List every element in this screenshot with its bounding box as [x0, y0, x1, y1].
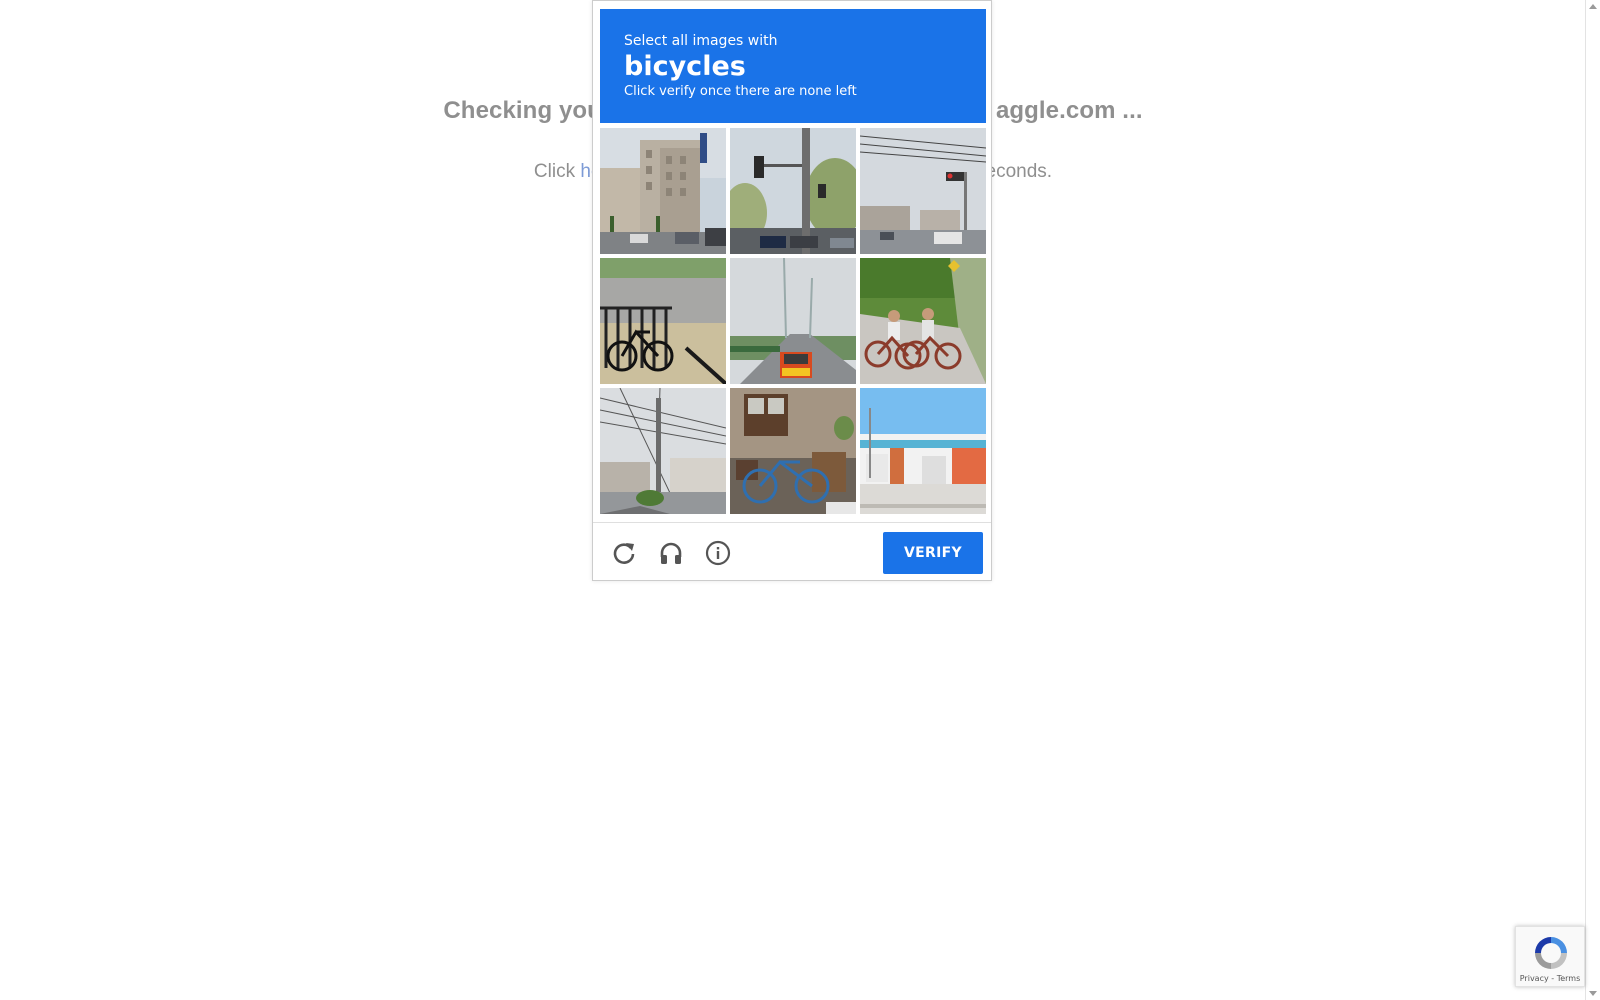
power-lines-image — [600, 388, 726, 514]
challenge-footer: VERIFY — [593, 522, 991, 582]
bicycle-indoor-image — [730, 388, 856, 514]
intersection-signal-image — [860, 128, 986, 254]
traffic-light-pole-image — [730, 128, 856, 254]
badge-privacy-terms[interactable]: Privacy - Terms — [1516, 974, 1584, 983]
tile-blue-white-building[interactable] — [860, 388, 986, 514]
page-heading-right: aggle.com ... — [995, 97, 1143, 124]
image-grid — [600, 128, 986, 514]
bus-road-image — [730, 258, 856, 384]
page-subtext-left: Click — [533, 161, 581, 182]
page-heading-left: Checking you — [443, 97, 602, 124]
tile-bicycle-fence[interactable] — [600, 258, 726, 384]
page-subtext-right: econds. — [985, 161, 1053, 182]
tile-power-lines[interactable] — [600, 388, 726, 514]
tile-bus-road[interactable] — [730, 258, 856, 384]
recaptcha-logo-icon — [1535, 937, 1567, 969]
challenge-header: Select all images with bicycles Click ve… — [600, 9, 986, 123]
headphones-icon[interactable] — [658, 540, 684, 566]
tile-building-street[interactable] — [600, 128, 726, 254]
tile-bicycle-indoor[interactable] — [730, 388, 856, 514]
recaptcha-challenge-dialog: Select all images with bicycles Click ve… — [592, 0, 992, 581]
tile-traffic-light-pole[interactable] — [730, 128, 856, 254]
scroll-down-arrow-icon[interactable] — [1589, 991, 1597, 996]
blue-white-building-image — [860, 388, 986, 514]
page-scrollbar[interactable] — [1585, 0, 1600, 1000]
scroll-up-arrow-icon[interactable] — [1589, 4, 1597, 9]
reload-icon[interactable] — [611, 540, 637, 566]
children-bicycles-image — [860, 258, 986, 384]
info-icon[interactable] — [705, 540, 731, 566]
challenge-object: bicycles — [624, 51, 746, 82]
challenge-instruction: Select all images with — [624, 33, 778, 49]
building-street-image — [600, 128, 726, 254]
recaptcha-badge[interactable]: Privacy - Terms — [1515, 926, 1585, 987]
tile-intersection-signal[interactable] — [860, 128, 986, 254]
tile-children-bicycles[interactable] — [860, 258, 986, 384]
challenge-hint: Click verify once there are none left — [624, 84, 857, 99]
bicycle-fence-image — [600, 258, 726, 384]
verify-button[interactable]: VERIFY — [883, 532, 983, 574]
